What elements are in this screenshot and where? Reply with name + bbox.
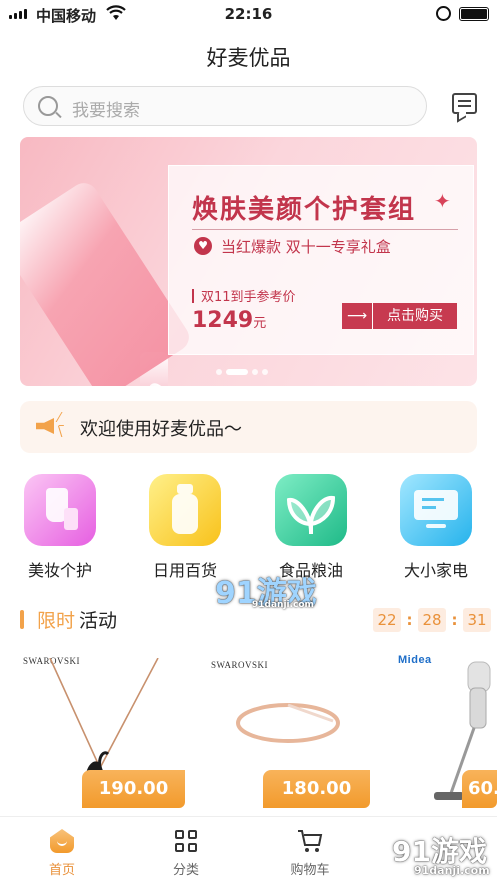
tab-label: 分类 <box>172 863 199 878</box>
flash-title-highlight: 限时 <box>37 610 76 632</box>
search-input[interactable]: 我要搜索 <box>23 86 427 126</box>
sparkle-icon: ✦ <box>434 189 451 213</box>
section-bar <box>20 610 24 629</box>
category-label: 美妆个护 <box>27 561 92 580</box>
countdown-seconds: 31 <box>463 608 491 632</box>
watermark-url: 91danji.com <box>414 864 490 877</box>
currency-label: 元 <box>253 316 267 331</box>
bracelet-image <box>236 703 340 743</box>
search-icon <box>38 96 58 116</box>
clock: 22:16 <box>224 5 273 23</box>
divider <box>192 229 458 230</box>
orientation-lock-icon <box>436 6 451 21</box>
banner-ref-label: 双11到手参考价 <box>201 290 296 305</box>
page-title: 好麦优品 <box>206 46 291 70</box>
message-icon[interactable] <box>452 93 477 114</box>
carousel-dots <box>216 369 268 375</box>
buy-button[interactable]: ⟶ 点击购买 <box>342 303 457 329</box>
notice-text: 欢迎使用好麦优品～ <box>80 419 242 440</box>
heart-icon: ♥ <box>194 237 212 255</box>
brand-label: SWAROVSKI <box>211 660 269 670</box>
buy-button-label: 点击购买 <box>387 308 443 324</box>
price-tag: 190.00 <box>82 770 185 808</box>
arrow-right-icon: ⟶ <box>342 303 373 329</box>
tab-cart[interactable]: 购物车 <box>270 825 350 878</box>
home-icon <box>22 825 102 855</box>
product-card[interactable]: SWAROVSKI 190.00 <box>20 648 185 808</box>
product-card[interactable]: SWAROVSKI 180.00 <box>205 648 370 808</box>
watermark-url: 91danji.com <box>252 600 314 610</box>
sound-wave-icon: ⁄ – \ <box>58 411 65 440</box>
cart-icon <box>270 825 350 855</box>
category-daily[interactable]: 日用百货 <box>140 474 230 581</box>
banner-subline: 当红爆款 双十一专享礼盒 <box>221 238 391 256</box>
countdown-hours: 22 <box>373 608 401 632</box>
battery-icon <box>459 7 489 21</box>
promo-banner[interactable]: 焕肤美颜个护套组 ✦ ♥ 当红爆款 双十一专享礼盒 双11到手参考价 1249元… <box>20 137 477 386</box>
price-value: 1249 <box>192 308 254 333</box>
notice-bar[interactable]: ⁄ – \ 欢迎使用好麦优品～ <box>20 401 477 453</box>
brand-label: Midea <box>398 654 432 666</box>
category-food[interactable]: 食品粮油 <box>266 474 356 581</box>
category-cosmetics[interactable]: 美妆个护 <box>15 474 105 581</box>
category-appliances[interactable]: 大小家电 <box>391 474 481 581</box>
price-tag: 180.00 <box>263 770 370 808</box>
category-label: 大小家电 <box>403 561 468 580</box>
monitor-icon <box>400 474 472 546</box>
leaf-icon <box>275 474 347 546</box>
banner-headline: 焕肤美颜个护套组 <box>192 195 417 225</box>
status-bar: 中国移动 22:16 <box>0 0 497 30</box>
grid-icon <box>146 825 226 855</box>
price-tag: 60. <box>462 770 497 808</box>
cosmetics-icon <box>24 474 96 546</box>
product-card[interactable]: Midea 60. <box>390 648 497 808</box>
tab-label: 购物车 <box>290 863 330 878</box>
tab-home[interactable]: 首页 <box>22 825 102 878</box>
tab-label: 首页 <box>48 863 75 878</box>
divider <box>192 289 194 303</box>
bottle-icon <box>149 474 221 546</box>
countdown-timer: 22 : 28 : 31 <box>373 608 491 632</box>
tab-category[interactable]: 分类 <box>146 825 226 878</box>
search-placeholder: 我要搜索 <box>72 101 140 121</box>
banner-price: 1249元 <box>192 308 266 333</box>
megaphone-icon <box>36 418 54 434</box>
countdown-minutes: 28 <box>418 608 446 632</box>
flash-title-rest: 活动 <box>79 610 118 632</box>
